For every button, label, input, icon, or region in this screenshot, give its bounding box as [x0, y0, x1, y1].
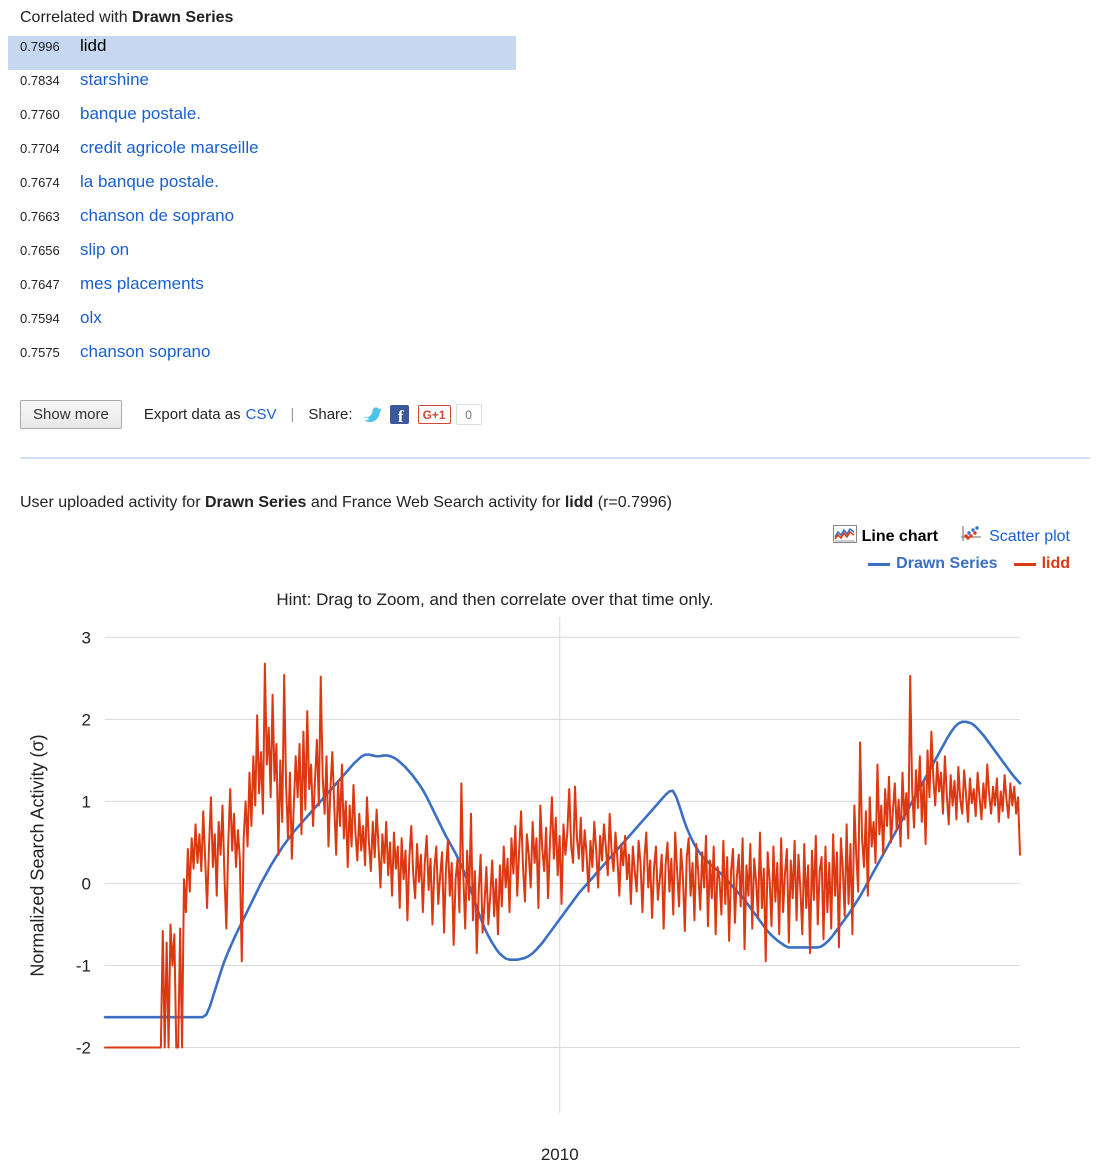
caption-series: Drawn Series	[204, 494, 307, 511]
y-axis-tick-label: 1	[82, 792, 91, 811]
chart-legend: Drawn Series lidd	[833, 555, 1070, 573]
correlation-score: 0.7656	[20, 243, 60, 258]
correlation-term-link[interactable]: la banque postale.	[80, 172, 219, 192]
legend-label: lidd	[1041, 555, 1070, 572]
section-divider	[20, 457, 1090, 459]
chart-controls: Line chart Scatter plot Drawn Series lid…	[832, 524, 1070, 573]
correlation-heading: Correlated with Drawn Series	[20, 9, 233, 27]
correlation-term-link[interactable]: starshine	[80, 70, 149, 90]
correlation-heading-series: Drawn Series	[132, 9, 234, 26]
legend-swatch-icon	[868, 562, 891, 566]
line-chart-icon	[832, 525, 857, 548]
export-csv-link[interactable]: CSV	[246, 406, 277, 423]
correlation-row[interactable]: 0.7575 chanson soprano	[8, 342, 708, 376]
legend-label: Drawn Series	[896, 555, 998, 572]
correlation-score: 0.7647	[20, 277, 60, 292]
tab-line-chart[interactable]: Line chart	[832, 525, 939, 548]
correlation-row[interactable]: 0.7996 lidd	[8, 36, 516, 70]
correlation-score: 0.7704	[20, 141, 60, 156]
chart-caption: User uploaded activity for Drawn Series …	[20, 494, 672, 512]
correlate-page: Correlated with Drawn Series 0.7996 lidd 0…	[0, 0, 1110, 1164]
correlation-term-link[interactable]: mes placements	[80, 274, 204, 294]
y-axis-tick-label: 2	[82, 710, 91, 729]
series-line-lidd	[104, 662, 1021, 1049]
correlation-term-link[interactable]: slip on	[80, 240, 129, 260]
chart-area[interactable]: Hint: Drag to Zoom, and then correlate o…	[0, 580, 1110, 1164]
caption-part1: User uploaded activity for	[20, 494, 205, 511]
caption-part3: (r=0.7996)	[593, 494, 673, 511]
y-axis-tick-label: 0	[82, 874, 91, 893]
correlation-score: 0.7674	[20, 175, 60, 190]
correlation-row[interactable]: 0.7663 chanson de soprano	[8, 206, 708, 240]
x-axis-tick-label: 2010	[541, 1145, 579, 1164]
y-axis-tick-label: 3	[82, 628, 91, 647]
correlation-heading-prefix: Correlated with	[20, 9, 133, 26]
y-axis-tick-label: -1	[76, 956, 91, 975]
correlation-row[interactable]: 0.7704 credit agricole marseille	[8, 138, 708, 172]
gplus-count: 0	[455, 404, 482, 425]
scatter-plot-icon	[960, 524, 984, 549]
correlation-term-link[interactable]: chanson de soprano	[80, 206, 234, 226]
correlation-term-link[interactable]: chanson soprano	[80, 342, 210, 362]
correlation-row[interactable]: 0.7594 olx	[8, 308, 708, 342]
correlation-score: 0.7594	[20, 311, 60, 326]
results-toolbar: Show more Export data as CSV | Share: G+…	[20, 400, 482, 429]
line-chart-svg[interactable]: 3 2 1 0 -1 -2 2010	[0, 580, 1110, 1164]
legend-swatch-icon	[1013, 562, 1036, 566]
correlation-row[interactable]: 0.7834 starshine	[8, 70, 708, 104]
correlation-row[interactable]: 0.7760 banque postale.	[8, 104, 708, 138]
correlation-term-link[interactable]: olx	[80, 308, 102, 328]
tab-scatter-plot[interactable]: Scatter plot	[960, 524, 1070, 549]
correlation-row[interactable]: 0.7647 mes placements	[8, 274, 708, 308]
correlation-score: 0.7575	[20, 345, 60, 360]
google-plus-one-button[interactable]: G+1	[417, 405, 451, 424]
show-more-button[interactable]: Show more	[20, 400, 122, 429]
share-label: Share:	[308, 406, 353, 423]
tab-scatter-plot-label: Scatter plot	[989, 527, 1070, 545]
correlation-row[interactable]: 0.7656 slip on	[8, 240, 708, 274]
caption-term: lidd	[564, 494, 594, 511]
correlation-score: 0.7760	[20, 107, 60, 122]
export-label: Export data as	[143, 406, 241, 423]
legend-entry[interactable]: lidd	[1013, 555, 1070, 573]
correlation-term-link: lidd	[80, 36, 107, 55]
correlation-score: 0.7663	[20, 209, 60, 224]
correlation-row[interactable]: 0.7674 la banque postale.	[8, 172, 708, 206]
correlation-term-link[interactable]: banque postale.	[80, 104, 201, 124]
tab-line-chart-label: Line chart	[861, 527, 939, 545]
legend-entry[interactable]: Drawn Series	[868, 555, 998, 573]
facebook-icon[interactable]	[389, 405, 409, 426]
y-axis-tick-label: -2	[76, 1038, 91, 1057]
gplus-label: G+1	[422, 407, 446, 422]
correlation-score: 0.7834	[20, 73, 60, 88]
toolbar-separator: |	[290, 406, 295, 423]
twitter-icon[interactable]	[363, 406, 382, 424]
caption-part2: and France Web Search activity for	[306, 494, 565, 511]
correlation-list: 0.7996 lidd 0.7834 starshine 0.7760 banque po…	[8, 36, 708, 376]
correlation-term-link[interactable]: credit agricole marseille	[80, 138, 259, 158]
correlation-score: 0.7996	[20, 39, 60, 54]
